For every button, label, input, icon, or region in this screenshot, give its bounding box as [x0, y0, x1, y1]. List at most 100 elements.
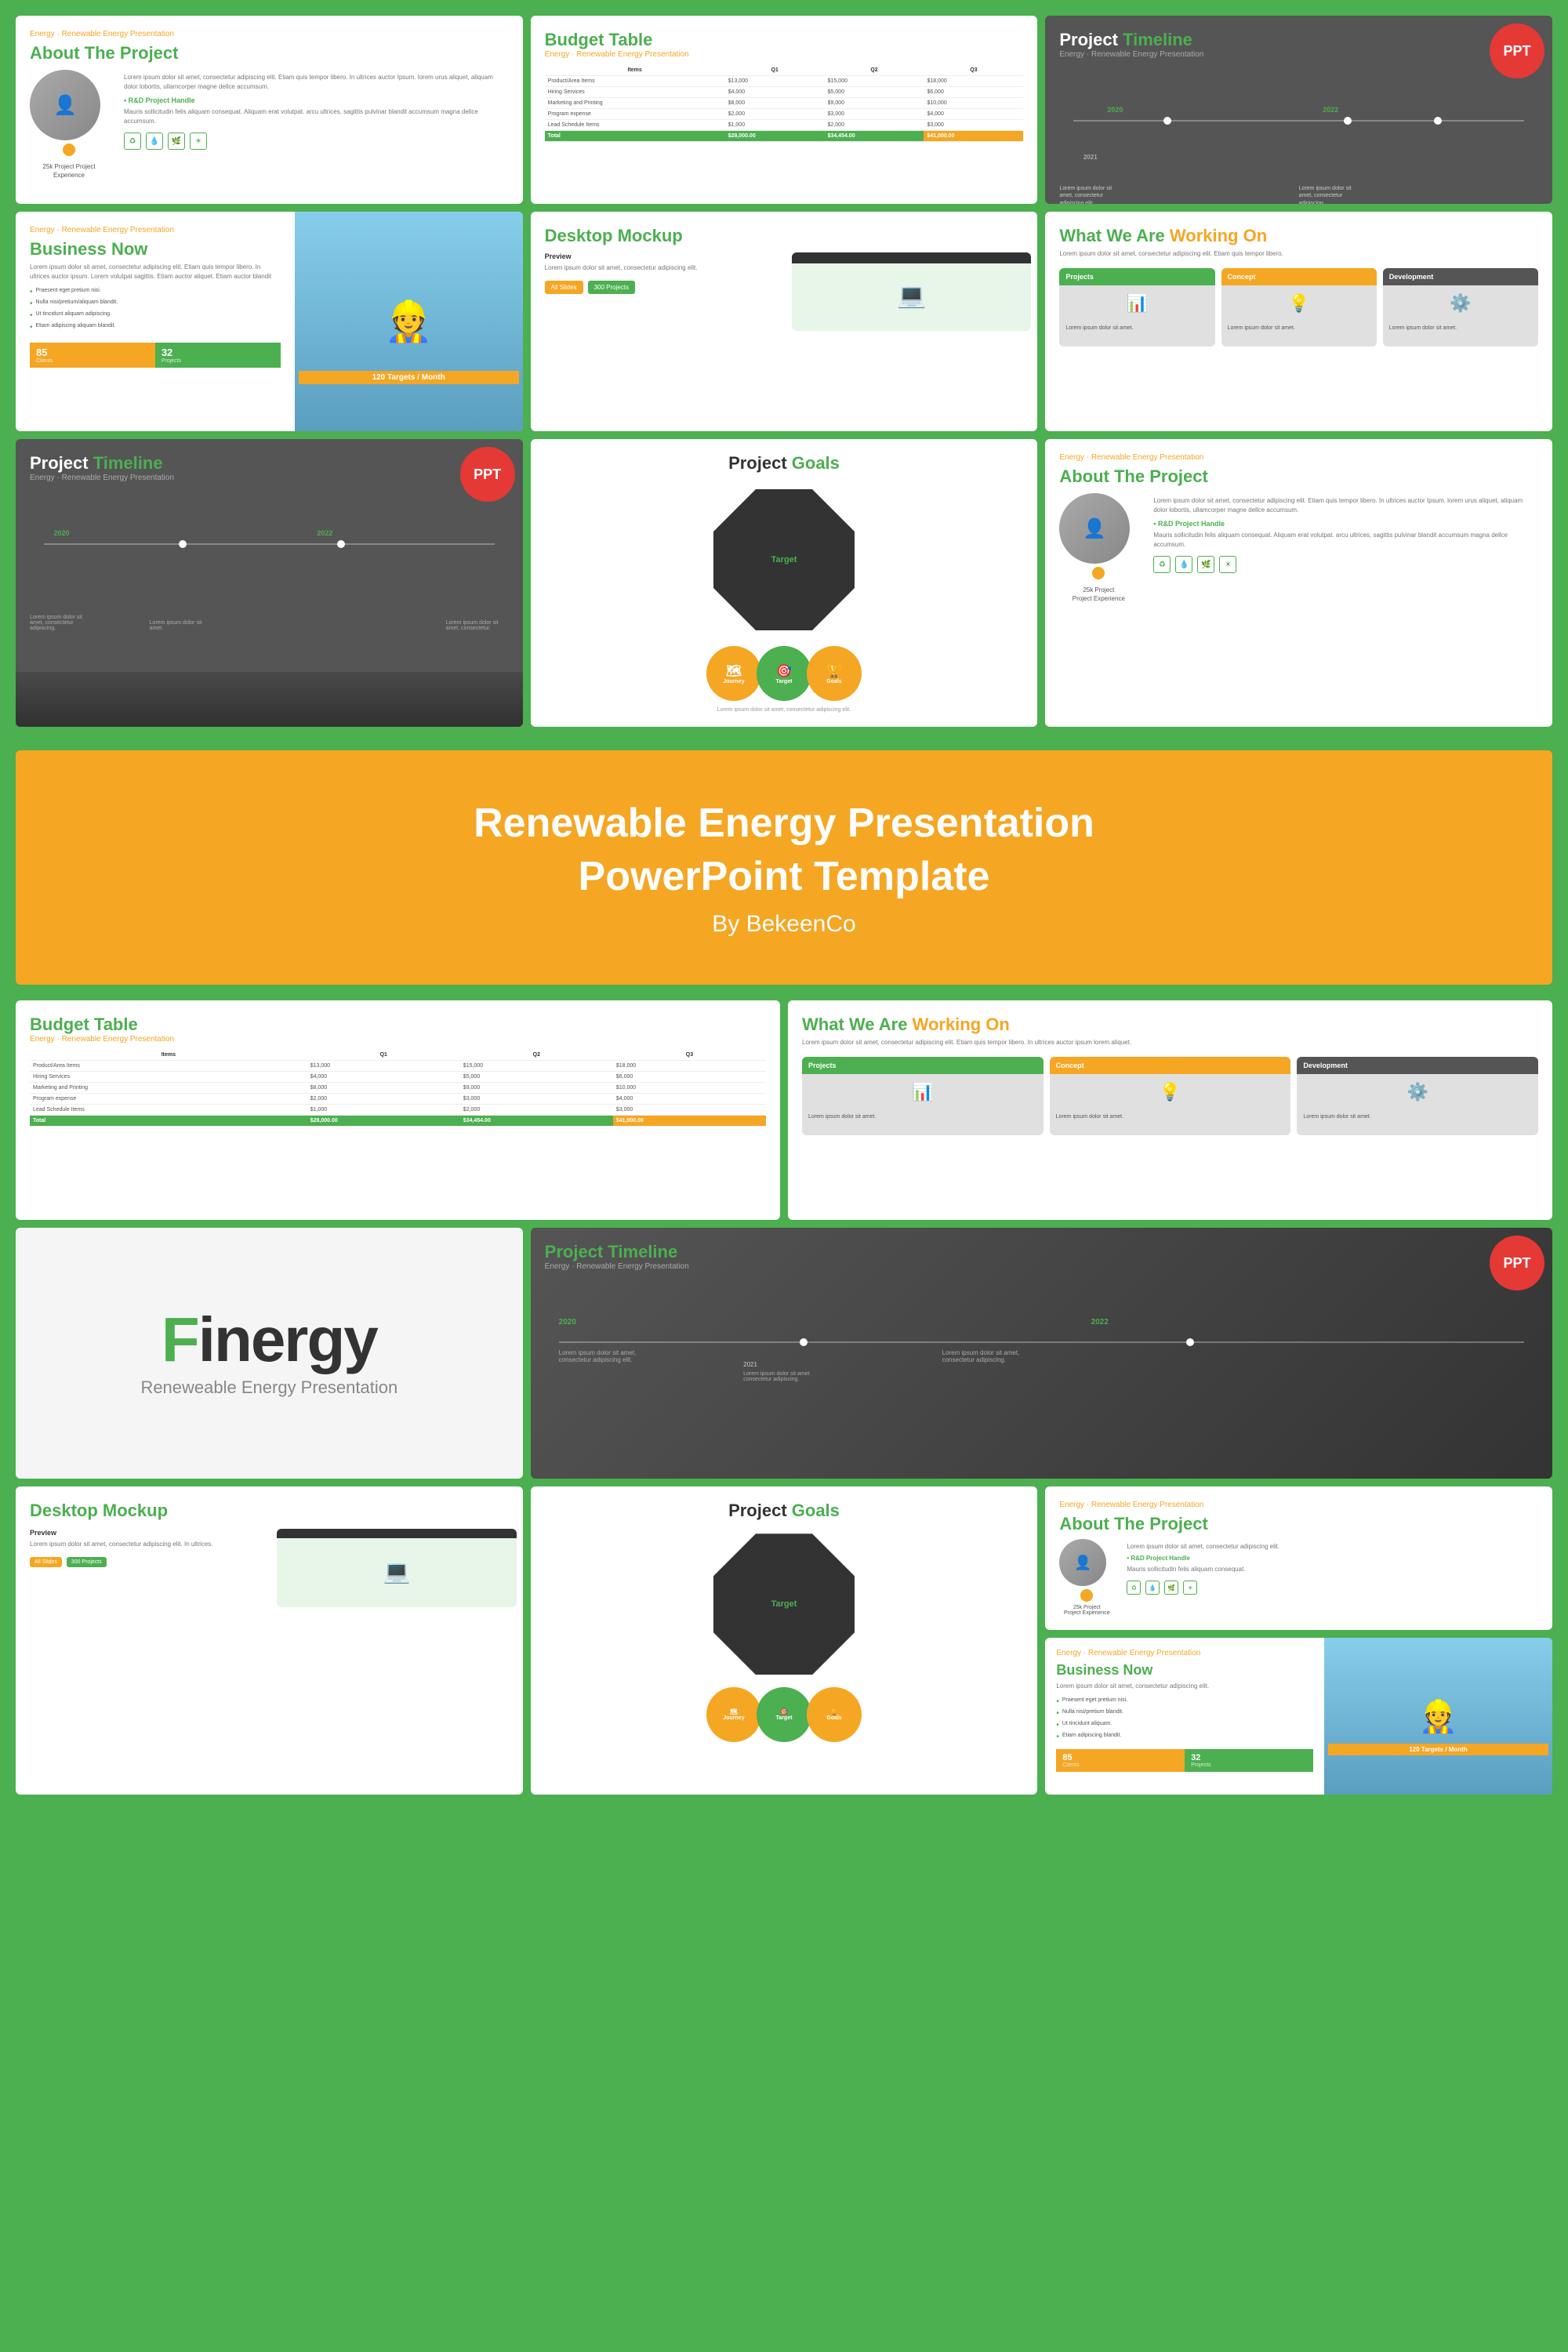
list-item-3: Ut tincidunt aliquam adipiscing.: [30, 310, 281, 321]
biz2-bold: Business: [1056, 1662, 1123, 1678]
slide-about-bottom-right: Energy · Renewable Energy Presentation A…: [1045, 1486, 1552, 1630]
laptop-icon: 💻: [897, 282, 926, 310]
banner-author: By BekeenCo: [47, 911, 1521, 938]
screen2-bar: [277, 1529, 516, 1538]
goals2-center: Target: [771, 1599, 797, 1609]
timeline-line-2: [44, 543, 495, 545]
table-row: Lead Schedule Items$1,000$2,000$3,000: [30, 1105, 766, 1116]
icon3-2[interactable]: 💧: [1145, 1581, 1160, 1595]
circle2-goals: 🏆 Goals: [807, 1687, 862, 1742]
card-dev-header: Development: [1383, 268, 1538, 285]
col2-q1: Q1: [307, 1050, 460, 1061]
table-row: Lead Schedule Items$1,000$2,000$3,000: [545, 120, 1024, 131]
btn-projects[interactable]: 300 Projects: [588, 281, 635, 294]
recycle-icon-2[interactable]: ♻: [1153, 556, 1171, 573]
f-letter: F: [162, 1305, 198, 1374]
card-concept-body: Lorem ipsum dolor sit amet.: [1221, 321, 1377, 335]
stats-row: 85 Clients 32 Projects: [30, 343, 281, 368]
working2-green: Working On: [913, 1014, 1010, 1034]
journey-icon: 🗺: [726, 663, 742, 679]
bottom-row-2: Finergy Reneweable Energy Presentation P…: [16, 1228, 1552, 1479]
col-q3: Q3: [924, 65, 1023, 76]
table-row: Hiring Services$4,000$5,000$6,000: [30, 1072, 766, 1083]
circle2-target: 🎯 Target: [757, 1687, 811, 1742]
biz2-body: Lorem ipsum dolor sit amet, consectetur …: [1056, 1682, 1313, 1691]
btn2-all[interactable]: All Slides: [30, 1557, 62, 1567]
project-exp-2: 25k ProjectProject Experience: [1059, 586, 1138, 603]
icon-row-3: ♻ 💧 🌿 ☀: [1127, 1581, 1538, 1595]
icon-row-2: ♻ 💧 🌿 ☀: [1153, 556, 1538, 573]
slide-business-bottom-right: Energy · Renewable Energy Presentation B…: [1045, 1638, 1552, 1795]
btn-all-slides[interactable]: All Slides: [545, 281, 583, 294]
working-cards-2: Projects 📊 Lorem ipsum dolor sit amet. C…: [802, 1057, 1538, 1135]
goals-octagon: Target: [713, 489, 855, 630]
table-total-row-2: Total $28,000.00 $34,454.00 $41,000.00: [30, 1116, 766, 1127]
timeline-dot-2: [1344, 117, 1352, 125]
slide-about-project-top-right: Energy · Renewable Energy Presentation A…: [1045, 439, 1552, 727]
mockup-title: Desktop Mockup: [545, 226, 1024, 246]
orange-dot-3: [1080, 1589, 1093, 1602]
sun-icon[interactable]: ☀: [190, 132, 207, 150]
leaf-icon-2[interactable]: 🌿: [1197, 556, 1214, 573]
about-title-bold: About The: [30, 43, 115, 63]
tl2-dot-1: [179, 540, 187, 548]
budget-title-bold: Budget: [545, 30, 604, 49]
goals2-circles: 🗺 Journey 🎯 Target 🏆 Goals: [713, 1687, 855, 1742]
dev-icon: ⚙️: [1383, 285, 1538, 321]
biz2-title: Business Now: [1056, 1662, 1313, 1679]
working2-body: Lorem ipsum dolor sit amet, consectetur …: [802, 1038, 1538, 1047]
btn2-projects[interactable]: 300 Projects: [67, 1557, 107, 1567]
business-green: Now: [111, 239, 147, 259]
goals-circles-row: 🗺 Journey 🎯 Target 🏆 Goals: [713, 646, 855, 701]
about3-subtitle: Energy · Renewable Energy Presentation: [1059, 1501, 1538, 1509]
business-body: Lorem ipsum dolor sit amet, consectetur …: [30, 263, 281, 281]
water-icon-2[interactable]: 💧: [1175, 556, 1192, 573]
timeline-subtitle: Energy · Renewable Energy Presentation: [1059, 50, 1538, 59]
mockup-body: Lorem ipsum dolor sit amet, consectetur …: [545, 263, 784, 273]
budget-subtitle: Energy · Renewable Energy Presentation: [545, 50, 1024, 59]
about2-img: 👤: [1059, 493, 1130, 564]
card2-projects-hdr: Projects: [802, 1057, 1044, 1074]
ppt-badge-3: PPT: [1490, 1236, 1544, 1290]
inergy-text: inergy: [198, 1305, 377, 1374]
target2-icon: 🎯: [780, 1708, 788, 1715]
sun-icon-2[interactable]: ☀: [1219, 556, 1236, 573]
slide-about-project-top: Energy · Renewable Energy Presentation A…: [16, 16, 523, 204]
solar-panel-overlay: [16, 672, 523, 727]
list-item-4: Etiam adipiscing aliquam blandit.: [30, 321, 281, 333]
leaf-icon[interactable]: 🌿: [168, 132, 185, 150]
handle-label: • R&D Project Handle: [124, 96, 509, 104]
mockup2-title: Desktop Mockup: [30, 1501, 509, 1521]
icon3-4[interactable]: ☀: [1183, 1581, 1197, 1595]
circle-goals: 🏆 Goals: [807, 646, 862, 701]
year-2022: 2022: [1323, 106, 1338, 114]
col-name: Items: [545, 65, 725, 76]
project-exp-label: 25k Project Project Experience: [30, 162, 108, 180]
col-q2: Q2: [825, 65, 924, 76]
timeline-text-1: Lorem ipsum dolor sit amet, consectetur …: [1059, 185, 1122, 204]
card-projects-header: Projects: [1059, 268, 1214, 285]
about-project-image: 👤: [30, 70, 100, 140]
about-subtitle: Energy · Renewable Energy Presentation: [30, 30, 509, 38]
icon3-1[interactable]: ♻: [1127, 1581, 1141, 1595]
list-item-1: Praesent eget pretium nisi.: [30, 286, 281, 298]
handle3-label: • R&D Project Handle: [1127, 1555, 1538, 1562]
tl2-text-3: Lorem ipsum dolor sit amet, consectetur.: [446, 620, 509, 631]
timeline2-green: Timeline: [93, 453, 163, 473]
water-icon[interactable]: 💧: [146, 132, 163, 150]
budget-table-2: Items Q1 Q2 Q3 Product/Area Items$13,000…: [30, 1050, 766, 1127]
proj-exp-3: 25k ProjectProject Experience: [1059, 1605, 1114, 1616]
recycle-icon[interactable]: ♻: [124, 132, 141, 150]
mockup-green: Mockup: [618, 226, 683, 245]
slide-budget-bottom: Budget Table Energy · Renewable Energy P…: [16, 1000, 780, 1220]
icon3-3[interactable]: 🌿: [1164, 1581, 1178, 1595]
working2-card-dev: Development ⚙️ Lorem ipsum dolor sit ame…: [1297, 1057, 1538, 1135]
timeline2-title: Project Timeline: [30, 453, 509, 474]
targets-badge: 120 Targets / Month: [299, 371, 519, 384]
orange-dot: [63, 143, 75, 156]
timeline-title-green: Timeline: [1123, 30, 1192, 49]
ppt-badge: PPT: [1490, 24, 1544, 78]
dev2-icon: ⚙️: [1297, 1074, 1538, 1110]
goals-title: Project Goals: [545, 453, 1024, 474]
tl3-dot2: [1186, 1338, 1194, 1346]
